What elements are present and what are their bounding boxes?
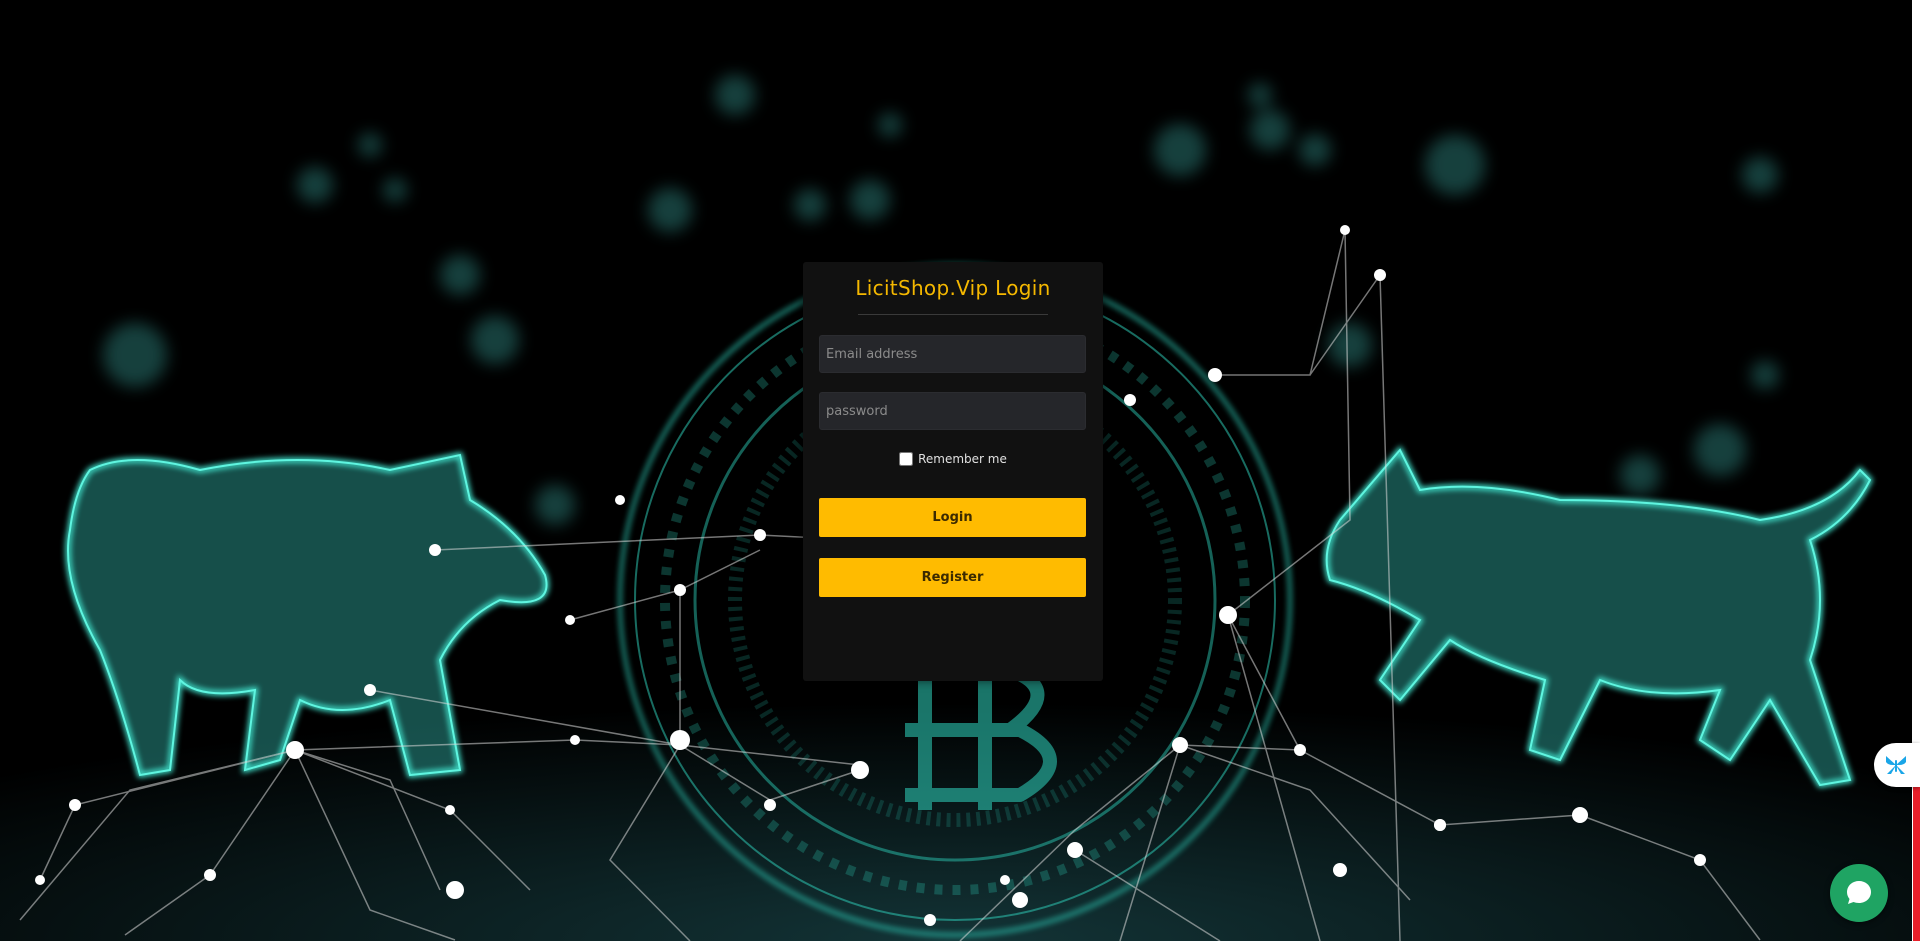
title-divider bbox=[858, 314, 1048, 315]
chat-bubble-icon bbox=[1847, 881, 1871, 904]
side-widget-button[interactable] bbox=[1874, 743, 1920, 787]
remember-me-label: Remember me bbox=[918, 452, 1007, 466]
login-button[interactable]: Login bbox=[819, 498, 1086, 537]
remember-me: Remember me bbox=[803, 452, 1103, 466]
password-field[interactable] bbox=[819, 392, 1086, 430]
login-title: LicitShop.Vip Login bbox=[855, 276, 1051, 300]
butterfly-icon bbox=[1886, 756, 1906, 774]
login-card: LicitShop.Vip Login Remember me Login Re… bbox=[803, 262, 1103, 681]
register-button[interactable]: Register bbox=[819, 558, 1086, 597]
red-side-strip bbox=[1913, 760, 1920, 941]
chat-launcher-button[interactable] bbox=[1830, 864, 1888, 922]
email-field[interactable] bbox=[819, 335, 1086, 373]
remember-me-checkbox[interactable] bbox=[899, 452, 914, 466]
